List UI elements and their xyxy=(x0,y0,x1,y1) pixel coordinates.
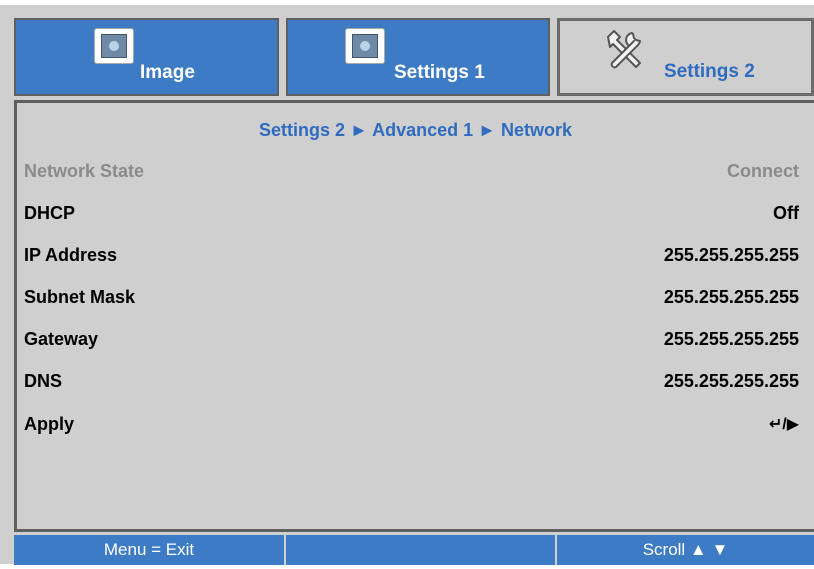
row-label: IP Address xyxy=(24,245,118,265)
dhcp-value[interactable]: Off xyxy=(773,203,799,224)
footer-bar: Menu = Exit Scroll ▲ ▼ xyxy=(14,535,814,565)
row-label: DNS xyxy=(24,371,63,391)
settings-icon xyxy=(345,28,385,64)
tools-icon xyxy=(600,27,652,75)
osd-menu: Image Settings 1 Settings 2 Settings 2 ►… xyxy=(0,5,814,565)
row-gateway[interactable]: Gateway 255.255.255.255 xyxy=(24,329,799,357)
row-label: Apply xyxy=(24,414,75,434)
menu-tabs: Image Settings 1 Settings 2 xyxy=(14,18,814,98)
row-dhcp[interactable]: DHCP Off xyxy=(24,203,799,231)
row-label: Gateway xyxy=(24,329,99,349)
tab-image[interactable]: Image xyxy=(14,18,279,96)
row-label: Subnet Mask xyxy=(24,287,136,307)
dns-value[interactable]: 255.255.255.255 xyxy=(664,371,799,392)
breadcrumb: Settings 2 ► Advanced 1 ► Network xyxy=(258,120,573,140)
tab-settings-1[interactable]: Settings 1 xyxy=(286,18,550,96)
row-label: Network State xyxy=(24,161,145,181)
scroll-hint: Scroll ▲ ▼ xyxy=(557,535,814,565)
network-settings-panel: Settings 2 ► Advanced 1 ► Network Networ… xyxy=(14,100,814,532)
footer-middle xyxy=(286,535,557,565)
tab-image-label: Image xyxy=(140,62,195,83)
tab-settings-2-label: Settings 2 xyxy=(664,61,755,82)
menu-exit-hint: Menu = Exit xyxy=(14,535,286,565)
row-label: DHCP xyxy=(24,203,76,223)
row-subnet-mask[interactable]: Subnet Mask 255.255.255.255 xyxy=(24,287,799,315)
enter-right-icon[interactable]: ↵/▶ xyxy=(769,414,799,434)
tab-settings-2[interactable]: Settings 2 xyxy=(557,18,814,96)
row-network-state: Network State Connect xyxy=(24,161,799,189)
row-apply[interactable]: Apply ↵/▶ xyxy=(24,414,799,442)
row-dns[interactable]: DNS 255.255.255.255 xyxy=(24,371,799,399)
row-ip-address[interactable]: IP Address 255.255.255.255 xyxy=(24,245,799,273)
image-icon xyxy=(94,28,134,64)
gateway-value[interactable]: 255.255.255.255 xyxy=(664,329,799,350)
subnet-mask-value[interactable]: 255.255.255.255 xyxy=(664,287,799,308)
tab-settings-1-label: Settings 1 xyxy=(394,62,485,83)
ip-address-value[interactable]: 255.255.255.255 xyxy=(664,245,799,266)
network-state-value: Connect xyxy=(727,161,799,181)
